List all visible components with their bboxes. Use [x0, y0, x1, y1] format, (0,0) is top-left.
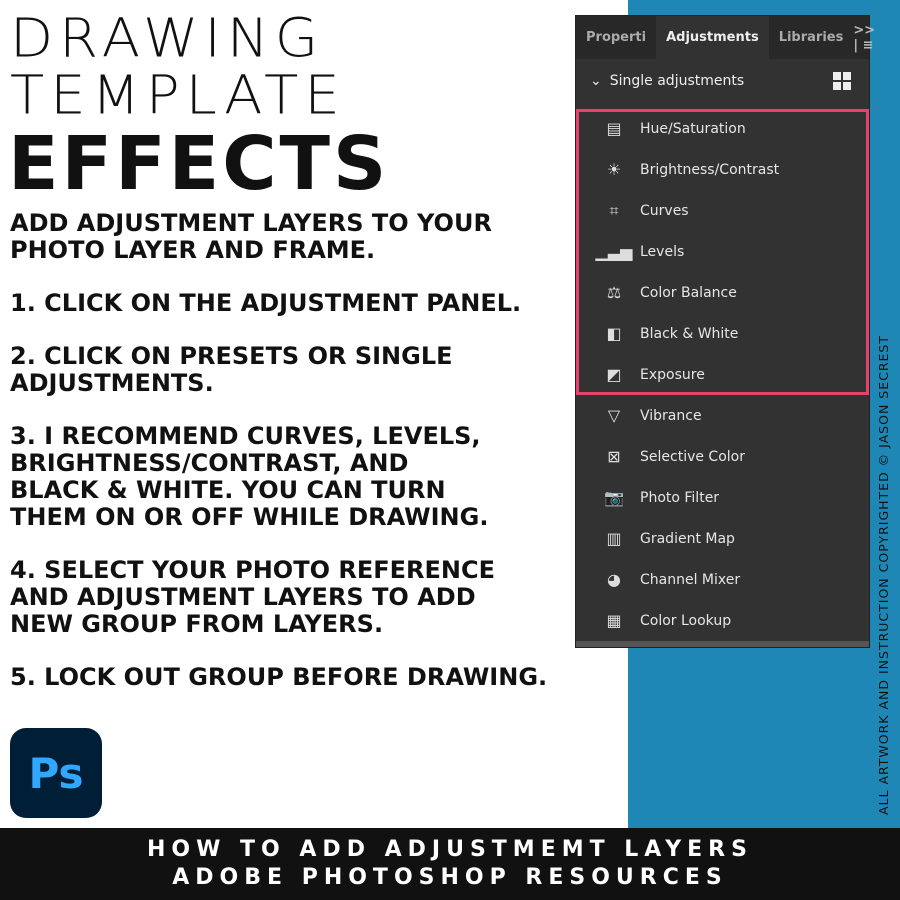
section-title: Single adjustments: [609, 72, 745, 89]
adjustment-item-channel-mixer[interactable]: ◕ Channel Mixer: [576, 559, 869, 600]
photo-filter-icon: 📷: [604, 488, 624, 507]
adjustment-label: Gradient Map: [640, 530, 735, 547]
footer: HOW TO ADD ADJUSTMEMT LAYERS ADOBE PHOTO…: [0, 828, 900, 900]
instruction-step: 1. CLICK ON THE ADJUSTMENT PANEL.: [10, 289, 522, 317]
instruction-step: 4. SELECT YOUR PHOTO REFERENCE AND ADJUS…: [10, 556, 495, 638]
scrollbar[interactable]: [576, 641, 869, 647]
copyright-text: ALL ARTWORK AND INSTRUCTION COPYRIGHTED …: [876, 335, 891, 815]
title-line-1: DRAWING: [10, 8, 325, 70]
section-header[interactable]: ⌄ Single adjustments: [576, 59, 869, 102]
title-line-2: TEMPLATE: [10, 65, 346, 127]
adjustment-label: Selective Color: [640, 448, 745, 465]
adjustment-item-selective-color[interactable]: ⊠ Selective Color: [576, 436, 869, 477]
adjustment-label: Photo Filter: [640, 489, 720, 506]
photoshop-logo: Ps: [10, 728, 102, 818]
vibrance-icon: ▽: [607, 406, 621, 425]
color-lookup-icon: ▦: [606, 611, 622, 630]
tab-properties[interactable]: Properti: [576, 16, 656, 59]
instruction-intro: ADD ADJUSTMENT LAYERS TO YOUR PHOTO LAYE…: [10, 209, 492, 264]
adjustment-item-photo-filter[interactable]: 📷 Photo Filter: [576, 477, 869, 518]
gradient-map-icon: ▥: [606, 529, 622, 548]
instruction-step: 5. LOCK OUT GROUP BEFORE DRAWING.: [10, 663, 548, 691]
grid-view-icon[interactable]: [833, 71, 851, 90]
adjustment-item-vibrance[interactable]: ▽ Vibrance: [576, 395, 869, 436]
instruction-step: 3. I RECOMMEND CURVES, LEVELS, BRIGHTNES…: [10, 422, 489, 531]
instructions: ADD ADJUSTMENT LAYERS TO YOUR PHOTO LAYE…: [10, 210, 610, 717]
adjustment-label: Channel Mixer: [640, 571, 741, 588]
tab-libraries[interactable]: Libraries: [769, 16, 854, 59]
title-bold: EFFECTS: [8, 121, 390, 207]
title-light: DRAWING TEMPLATE: [10, 11, 346, 125]
panel-menu-button[interactable]: >> | ≡: [853, 23, 883, 53]
instruction-step: 2. CLICK ON PRESETS OR SINGLE ADJUSTMENT…: [10, 342, 453, 397]
adjustment-item-color-lookup[interactable]: ▦ Color Lookup: [576, 600, 869, 641]
chevron-down-icon: ⌄: [590, 72, 602, 89]
highlight-box: [576, 109, 869, 395]
footer-line-1: HOW TO ADD ADJUSTMEMT LAYERS: [147, 837, 753, 862]
adjustments-panel: Properti Adjustments Libraries >> | ≡ ⌄ …: [575, 15, 875, 648]
adjustment-label: Vibrance: [640, 407, 702, 424]
footer-line-2: ADOBE PHOTOSHOP RESOURCES: [172, 865, 728, 890]
channel-mixer-icon: ◕: [607, 570, 621, 589]
tab-adjustments[interactable]: Adjustments: [656, 16, 769, 59]
adjustment-label: Color Lookup: [640, 612, 732, 629]
adjustment-item-gradient-map[interactable]: ▥ Gradient Map: [576, 518, 869, 559]
panel-tabs: Properti Adjustments Libraries >> | ≡: [576, 16, 875, 59]
selective-color-icon: ⊠: [607, 447, 621, 466]
